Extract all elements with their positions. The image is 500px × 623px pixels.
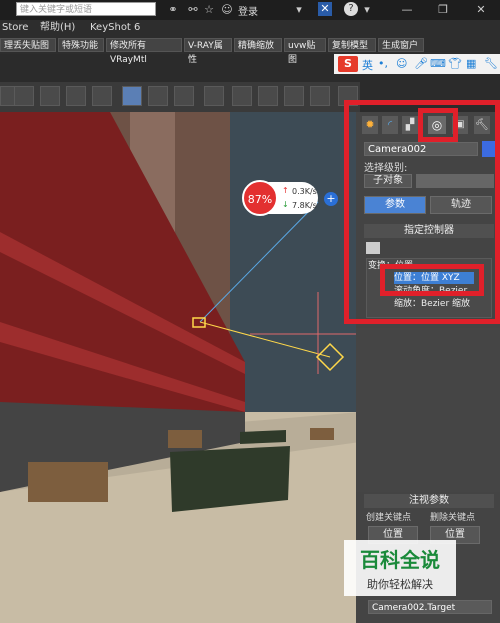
plugin-btn-uvw[interactable]: uvw贴图 xyxy=(284,38,326,65)
key-params-rollout[interactable]: 注视参数 xyxy=(364,494,494,508)
sogou-logo[interactable]: S xyxy=(338,56,358,72)
scene-explorer-icon[interactable] xyxy=(92,86,112,106)
keyboard-icon[interactable]: ⌨ xyxy=(430,57,446,70)
search-input[interactable]: 键入关键字或短语 xyxy=(16,2,156,16)
plus-icon[interactable]: + xyxy=(324,192,338,206)
plugin-btn-missing-maps[interactable]: 理丢失贴图 xyxy=(0,38,56,52)
plugin-btn-vraymtl[interactable]: 修改所有VRayMtl xyxy=(106,38,182,65)
render-setup-icon[interactable] xyxy=(204,86,224,106)
network-icon[interactable]: ⚯ xyxy=(186,3,200,17)
menu-keyshot[interactable]: KeyShot 6 xyxy=(90,21,140,35)
skin-icon[interactable]: 👕︎ xyxy=(448,57,462,70)
delete-key-label: 删除关键点 xyxy=(430,513,476,523)
target-field[interactable]: Camera002.Target xyxy=(368,600,492,614)
render-icon[interactable] xyxy=(258,86,278,106)
chevron-down-icon[interactable]: ▾ xyxy=(360,3,374,17)
plugin-btn-scale[interactable]: 精确缩放 xyxy=(234,38,282,52)
plugin-btn-window[interactable]: 生成窗户 xyxy=(378,38,424,52)
align-view-icon[interactable] xyxy=(40,86,60,106)
render-frame-icon[interactable] xyxy=(232,86,252,106)
plugin-btn-copy[interactable]: 复制模型 xyxy=(328,38,376,52)
mirror-icon[interactable] xyxy=(14,86,34,106)
curve-editor-icon[interactable] xyxy=(122,86,142,106)
watermark-title: 百科全说 xyxy=(360,548,440,572)
material-editor-icon[interactable] xyxy=(174,86,194,106)
apps-icon[interactable]: ▦ xyxy=(466,57,476,70)
layer-icon[interactable] xyxy=(66,86,86,106)
create-key-label: 创建关键点 xyxy=(366,513,412,523)
upload-speed: 0.3K/s xyxy=(292,187,317,196)
star-icon[interactable]: ☆ xyxy=(202,3,216,17)
window-close-icon[interactable]: ✕ xyxy=(474,3,488,17)
viewport[interactable]: 87% ↑ 0.3K/s ↓ 7.8K/s + xyxy=(0,112,360,623)
render-iter-icon[interactable] xyxy=(284,86,304,106)
schematic-icon[interactable] xyxy=(148,86,168,106)
teapot-icon[interactable] xyxy=(310,86,330,106)
user-icon[interactable]: ☺ xyxy=(220,3,234,17)
menu-store[interactable]: Store xyxy=(2,21,28,35)
binoculars-icon[interactable]: ⚭ xyxy=(166,3,180,17)
punctuation-icon[interactable]: •, xyxy=(378,57,388,70)
close-x-icon[interactable]: ✕ xyxy=(318,2,332,16)
wrench-icon[interactable]: 🔧︎ xyxy=(484,57,498,70)
minimize-icon[interactable]: — xyxy=(400,3,414,17)
plugin-btn-special[interactable]: 特殊功能 xyxy=(58,38,104,52)
menu-help[interactable]: 帮助(H) xyxy=(40,21,75,35)
down-arrow-icon: ↓ xyxy=(282,200,289,209)
up-arrow-icon: ↑ xyxy=(282,186,289,195)
dropdown-icon[interactable]: ▾ xyxy=(292,3,306,17)
ime-lang[interactable]: 英 xyxy=(362,57,373,73)
panel-spacer xyxy=(356,328,500,492)
download-speed: 7.8K/s xyxy=(292,201,317,210)
restore-icon[interactable]: ❐ xyxy=(436,3,450,17)
login-button[interactable]: 登录 xyxy=(238,3,258,18)
help-icon[interactable]: ? xyxy=(344,2,358,16)
panel-highlight xyxy=(344,100,500,324)
plugin-btn-vray-props[interactable]: V-RAY属性 xyxy=(184,38,232,65)
mic-icon[interactable]: 🎤︎ xyxy=(414,57,428,70)
watermark-subtitle: 助你轻松解决 xyxy=(367,578,433,591)
emoji-icon[interactable]: ☺ xyxy=(396,57,407,70)
speed-percent[interactable]: 87% xyxy=(242,180,278,216)
